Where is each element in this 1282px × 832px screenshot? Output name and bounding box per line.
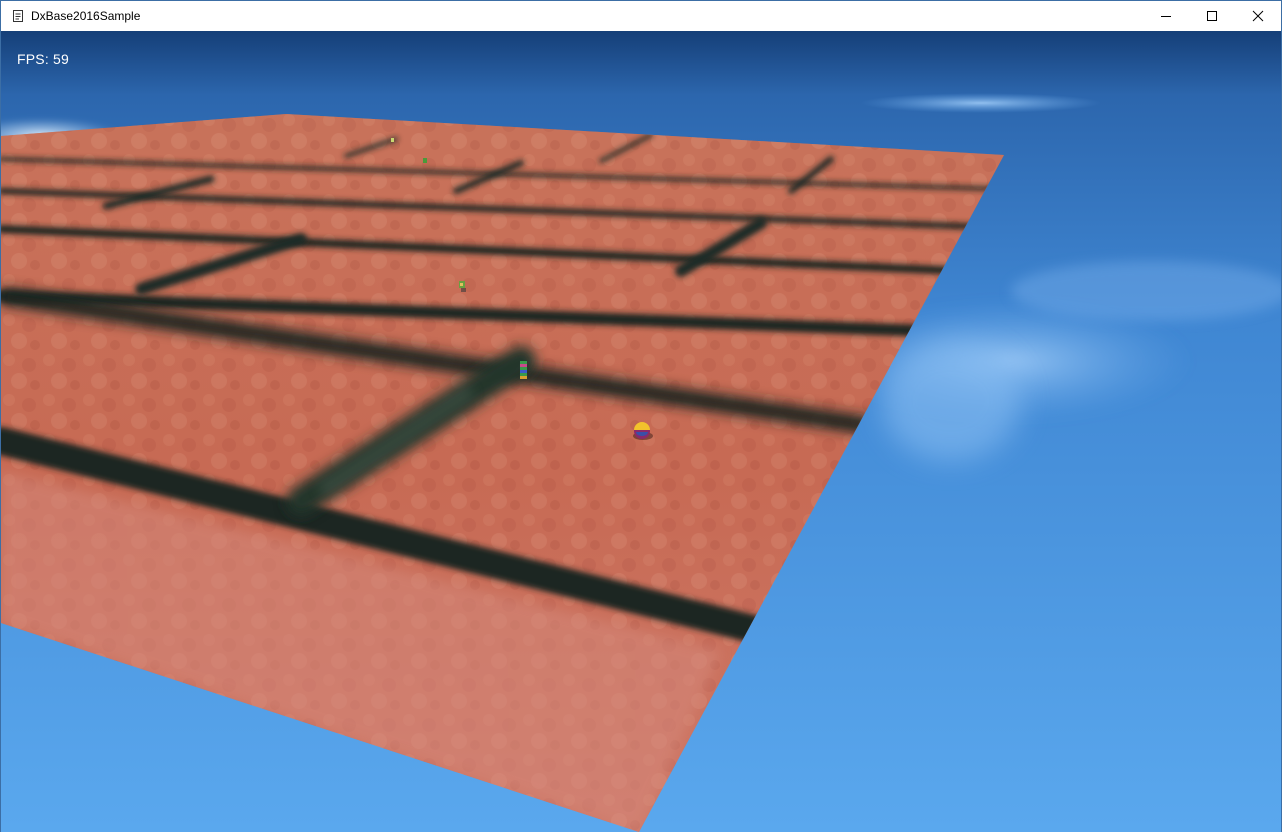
minimize-icon [1161, 16, 1171, 17]
enemy-figure [391, 138, 394, 142]
maximize-icon [1207, 11, 1217, 21]
app-window: DxBase2016Sample FPS: 59 [0, 0, 1282, 832]
document-icon [13, 10, 23, 22]
maximize-button[interactable] [1189, 1, 1235, 31]
title-bar[interactable]: DxBase2016Sample [1, 1, 1281, 31]
sky-cloud [861, 93, 1101, 113]
window-title: DxBase2016Sample [31, 9, 141, 23]
close-icon [1252, 10, 1264, 22]
render-viewport[interactable]: FPS: 59 [1, 31, 1281, 832]
close-button[interactable] [1235, 1, 1281, 31]
sky-cloud [881, 341, 1021, 461]
scene-canvas [1, 31, 1281, 832]
sky-cloud [1011, 261, 1281, 321]
enemy-figure [423, 158, 427, 163]
enemy-figure [520, 361, 527, 379]
minimize-button[interactable] [1143, 1, 1189, 31]
fps-counter: FPS: 59 [17, 51, 69, 67]
